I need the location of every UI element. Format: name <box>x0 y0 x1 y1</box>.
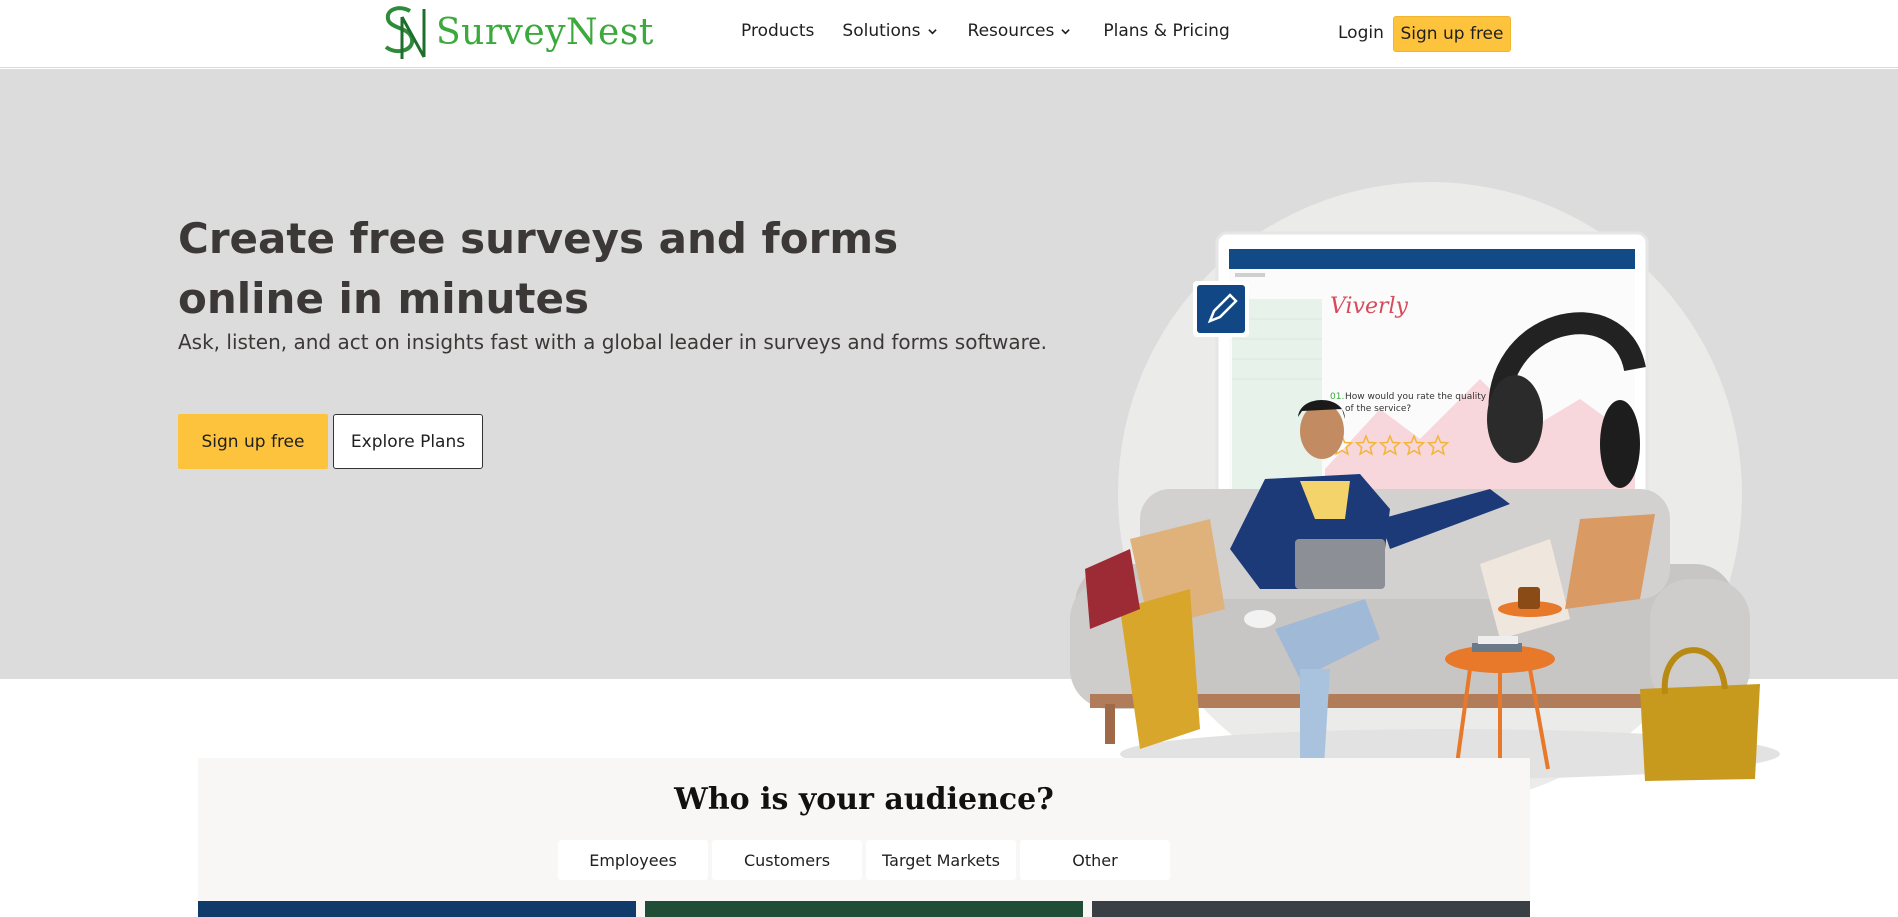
login-link[interactable]: Login <box>1338 23 1384 43</box>
chevron-down-icon <box>1061 28 1071 34</box>
survey-question-line-1: How would you rate the quality <box>1345 392 1487 402</box>
pen-badge-icon <box>1193 281 1249 337</box>
nav-plans-pricing[interactable]: Plans & Pricing <box>1103 21 1229 41</box>
hero-title: Create free surveys and forms online in … <box>178 214 899 323</box>
tab-employees[interactable]: Employees <box>558 840 708 880</box>
tab-other[interactable]: Other <box>1020 840 1170 880</box>
nav-resources[interactable]: Resources <box>968 21 1071 41</box>
question-number: 01. <box>1330 392 1344 402</box>
hero-illustration: Viverly 01. How would you rate the quali… <box>1070 182 1780 815</box>
survey-question-line-2: of the service? <box>1345 404 1411 414</box>
nav-resources-label: Resources <box>967 21 1055 41</box>
audience-card-2[interactable] <box>645 901 1083 917</box>
tab-target-markets[interactable]: Target Markets <box>866 840 1016 880</box>
tab-customers[interactable]: Customers <box>712 840 862 880</box>
signup-header-button[interactable]: Sign up free <box>1393 16 1511 52</box>
logo-text: SurveyNest <box>436 11 654 53</box>
viverly-brand: Viverly <box>1330 294 1409 319</box>
audience-card-3[interactable] <box>1092 901 1530 917</box>
nav-plans-pricing-label: Plans & Pricing <box>1103 21 1230 41</box>
chevron-down-icon <box>927 28 937 34</box>
audience-card-1[interactable] <box>198 901 636 917</box>
nav-solutions[interactable]: Solutions <box>842 21 937 41</box>
signup-hero-button[interactable]: Sign up free <box>178 414 328 469</box>
site-header: SurveyNest Products Solutions Resources … <box>0 0 1898 68</box>
surveynest-logo[interactable]: SurveyNest <box>380 3 654 61</box>
audience-tabs: Employees Customers Target Markets Other <box>558 840 1174 880</box>
sn-monogram-icon <box>384 6 426 59</box>
nav-solutions-label: Solutions <box>842 21 921 41</box>
main-nav: Products Solutions Resources Plans & Pri… <box>741 21 1230 41</box>
audience-cards <box>198 901 1530 917</box>
audience-title: Who is your audience? <box>674 782 1054 817</box>
nav-products-label: Products <box>741 21 815 41</box>
nav-products[interactable]: Products <box>741 21 814 41</box>
hero-section: Create free surveys and forms online in … <box>0 69 1898 815</box>
hero-subtitle: Ask, listen, and act on insights fast wi… <box>178 330 1048 354</box>
explore-plans-button[interactable]: Explore Plans <box>333 414 483 469</box>
audience-section: Who is your audience? Employees Customer… <box>198 758 1530 917</box>
